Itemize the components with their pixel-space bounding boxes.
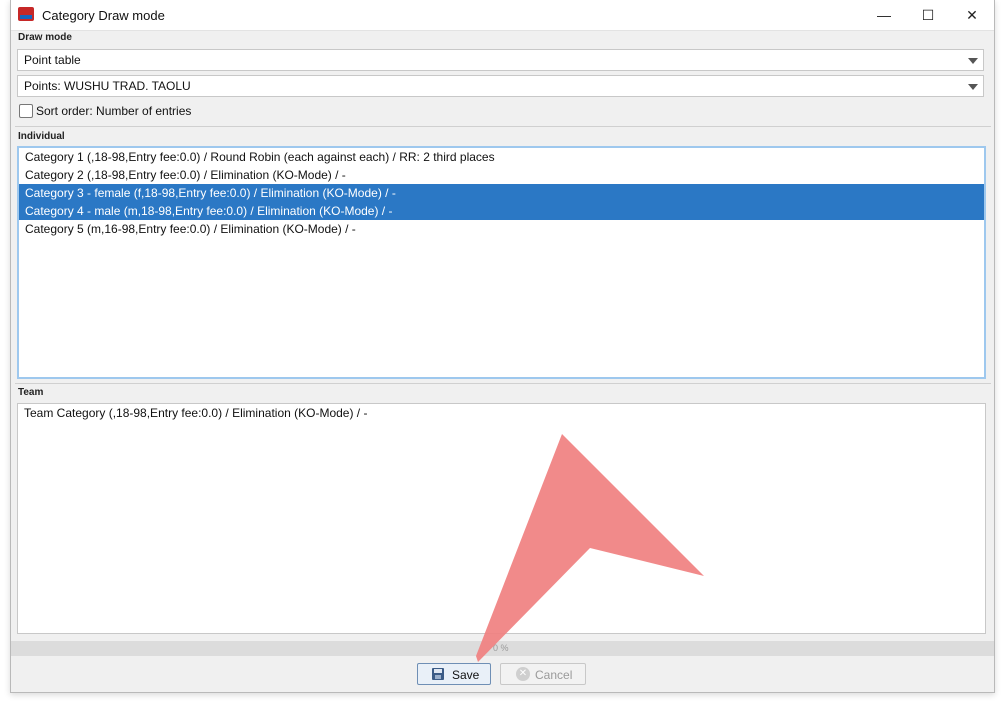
team-category-list[interactable]: Team Category (,18-98,Entry fee:0.0) / E…: [17, 403, 986, 634]
individual-category-list[interactable]: Category 1 (,18-98,Entry fee:0.0) / Roun…: [17, 146, 986, 379]
title-bar: Category Draw mode — ☐ ✕: [11, 0, 994, 31]
individual-section-label: Individual: [18, 131, 65, 142]
minimize-button[interactable]: —: [862, 0, 906, 30]
list-item[interactable]: Category 4 - male (m,18-98,Entry fee:0.0…: [19, 202, 984, 220]
chevron-down-icon: [968, 58, 978, 64]
save-button[interactable]: Save: [417, 663, 491, 685]
list-item[interactable]: Category 5 (m,16-98,Entry fee:0.0) / Eli…: [19, 220, 984, 238]
list-item[interactable]: Category 3 - female (f,18-98,Entry fee:0…: [19, 184, 984, 202]
category-draw-mode-window: Category Draw mode — ☐ ✕ Draw mode Point…: [10, 0, 995, 693]
cancel-button-label: Cancel: [535, 668, 573, 682]
points-value: Points: WUSHU TRAD. TAOLU: [24, 79, 191, 93]
list-item[interactable]: Category 2 (,18-98,Entry fee:0.0) / Elim…: [19, 166, 984, 184]
maximize-button[interactable]: ☐: [906, 0, 950, 30]
draw-mode-value: Point table: [24, 53, 81, 67]
sort-order-checkbox[interactable]: [19, 104, 33, 118]
draw-mode-section-label: Draw mode: [18, 32, 72, 43]
team-section-label: Team: [18, 387, 44, 398]
progress-text: 0 %: [493, 643, 509, 653]
divider: [15, 383, 991, 384]
save-button-label: Save: [452, 668, 480, 682]
chevron-down-icon: [968, 84, 978, 90]
divider: [15, 126, 991, 127]
cancel-button[interactable]: ✕ Cancel: [500, 663, 586, 685]
points-select[interactable]: Points: WUSHU TRAD. TAOLU: [17, 75, 984, 97]
floppy-disk-icon: [432, 668, 444, 680]
cancel-icon: ✕: [516, 667, 530, 681]
sort-order-label: Sort order: Number of entries: [36, 104, 192, 118]
close-button[interactable]: ✕: [950, 0, 994, 30]
app-flag-icon: [18, 7, 34, 21]
draw-mode-select[interactable]: Point table: [17, 49, 984, 71]
window-title: Category Draw mode: [42, 8, 165, 23]
list-item[interactable]: Category 1 (,18-98,Entry fee:0.0) / Roun…: [19, 148, 984, 166]
list-item[interactable]: Team Category (,18-98,Entry fee:0.0) / E…: [18, 404, 985, 422]
